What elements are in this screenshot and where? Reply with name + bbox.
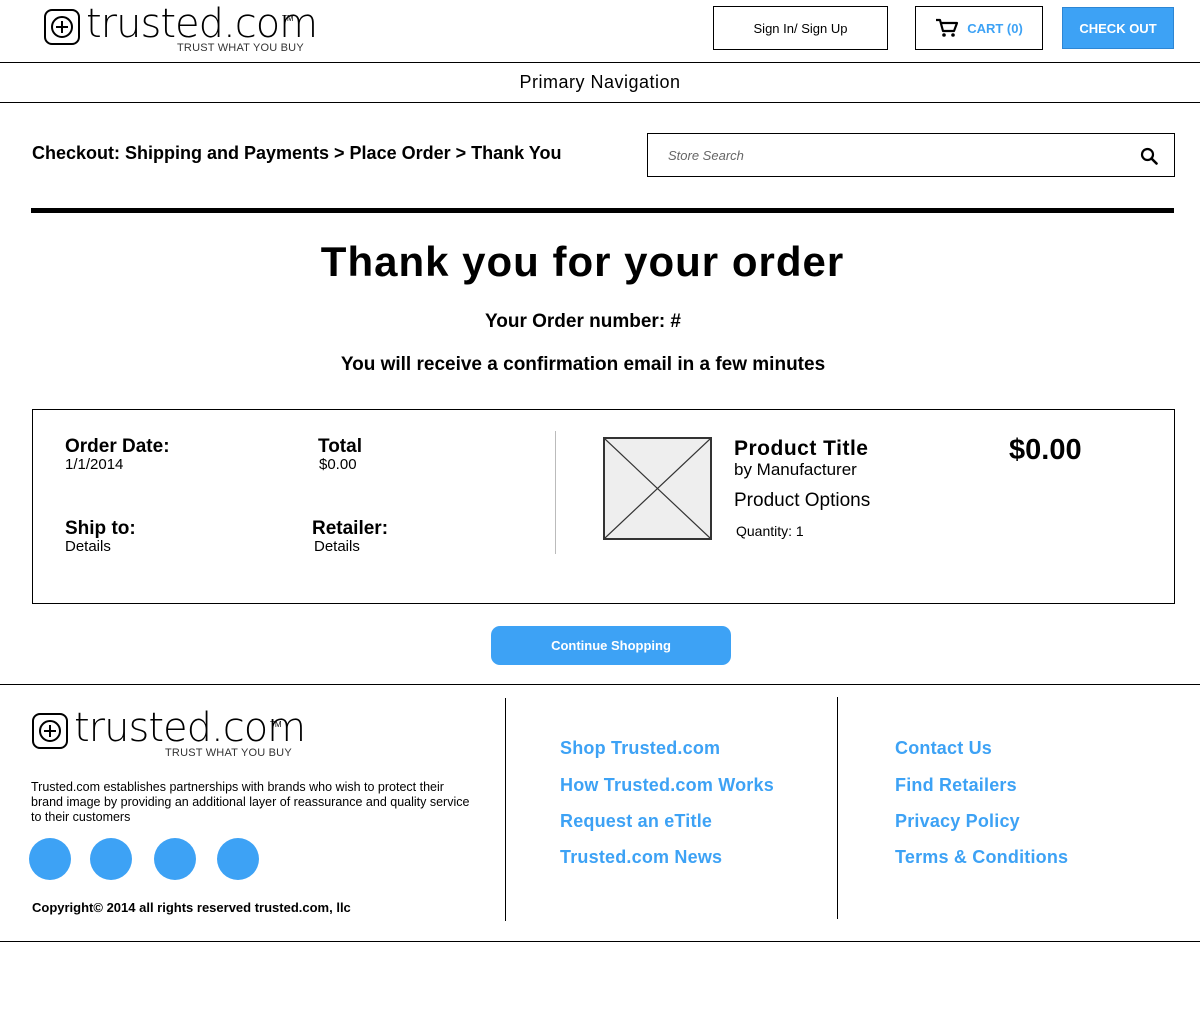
footer-link-how-it-works[interactable]: How Trusted.com Works (560, 775, 774, 796)
checkout-label: CHECK OUT (1079, 20, 1157, 36)
order-date-value: 1/1/2014 (65, 456, 124, 473)
product-quantity: Quantity: 1 (736, 523, 804, 539)
product-manufacturer: by Manufacturer (734, 460, 857, 479)
store-search[interactable] (647, 133, 1175, 177)
checkout-button[interactable]: CHECK OUT (1062, 7, 1174, 49)
footer-logo-plus-icon (32, 713, 68, 749)
sign-in-label: Sign In/ Sign Up (753, 20, 848, 36)
primary-navigation[interactable]: Primary Navigation (0, 62, 1200, 103)
cart-button[interactable]: CART (0) (915, 6, 1043, 50)
social-icon-2[interactable] (90, 838, 132, 880)
ship-to-label: Ship to: (65, 518, 136, 539)
copyright: Copyright© 2014 all rights reserved trus… (32, 900, 351, 915)
order-number: Your Order number: # (484, 311, 681, 332)
footer-link-request-etitle[interactable]: Request an eTitle (560, 811, 712, 832)
image-placeholder-icon (605, 439, 710, 538)
order-date-label: Order Date: (65, 436, 170, 457)
ship-to-value: Details (65, 538, 111, 555)
footer-link-news[interactable]: Trusted.com News (560, 847, 722, 868)
search-input[interactable] (660, 142, 1136, 168)
footer-link-contact[interactable]: Contact Us (895, 738, 992, 759)
shopping-cart-icon (936, 18, 959, 37)
total-value: $0.00 (319, 456, 357, 473)
footer-link-terms[interactable]: Terms & Conditions (895, 847, 1068, 868)
footer-divider-1 (505, 698, 506, 921)
retailer-label: Retailer: (312, 518, 389, 539)
social-icon-3[interactable] (154, 838, 196, 880)
confirmation-message: You will receive a confirmation email in… (340, 354, 826, 375)
footer-bottom-border (0, 941, 1200, 942)
product-title[interactable]: Product Title (734, 437, 868, 461)
total-label: Total (318, 436, 362, 457)
primary-navigation-label: Primary Navigation (519, 72, 681, 92)
footer-logo-trademark: TM (270, 720, 282, 729)
breadcrumb: Checkout: Shipping and Payments > Place … (32, 143, 562, 163)
product-options: Product Options (734, 490, 871, 511)
retailer-value: Details (314, 538, 360, 555)
summary-divider (555, 431, 556, 554)
social-icon-4[interactable] (217, 838, 259, 880)
logo-plus-icon (44, 9, 80, 45)
footer-top-border (0, 684, 1200, 685)
logo-wordmark: trusted.com (86, 1, 318, 47)
section-divider (31, 208, 1174, 213)
product-image[interactable] (603, 437, 712, 540)
order-summary-box: Order Date: 1/1/2014 Total $0.00 Ship to… (32, 409, 1175, 604)
continue-shopping-label: Continue Shopping (551, 638, 671, 653)
logo-trademark: TM (282, 14, 294, 23)
footer-link-privacy[interactable]: Privacy Policy (895, 811, 1020, 832)
sign-in-button[interactable]: Sign In/ Sign Up (713, 6, 888, 50)
social-icon-1[interactable] (29, 838, 71, 880)
cart-label: CART (0) (967, 20, 1023, 36)
footer-description: Trusted.com establishes partnerships wit… (31, 780, 470, 824)
logo-tagline: TRUST WHAT YOU BUY (177, 42, 304, 54)
product-price: $0.00 (1009, 434, 1082, 466)
footer-link-find-retailers[interactable]: Find Retailers (895, 775, 1017, 796)
footer-logo-tagline: TRUST WHAT YOU BUY (165, 747, 292, 759)
footer-link-shop[interactable]: Shop Trusted.com (560, 738, 720, 759)
page-title: Thank you for your order (320, 238, 845, 285)
footer-divider-2 (837, 697, 838, 919)
continue-shopping-button[interactable]: Continue Shopping (491, 626, 731, 665)
search-icon[interactable] (1140, 147, 1158, 165)
